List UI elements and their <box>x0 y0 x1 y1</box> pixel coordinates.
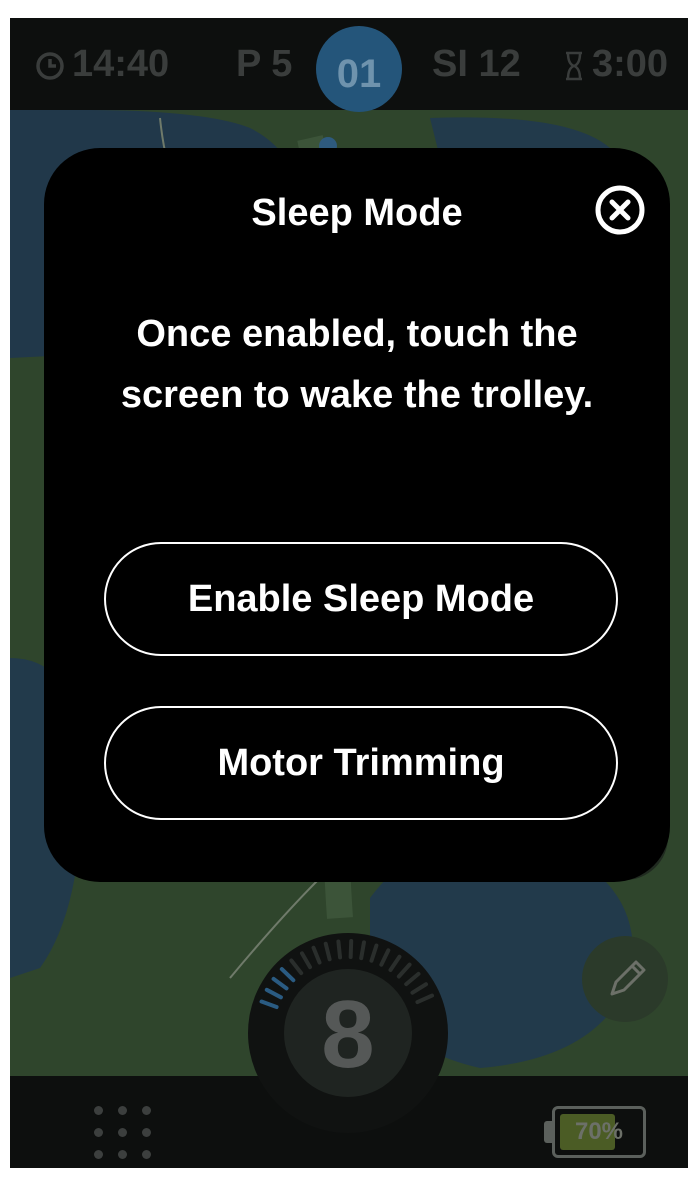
dial-tick <box>259 999 279 1010</box>
dial-tick <box>271 976 289 991</box>
hourglass-icon <box>566 51 582 81</box>
speed-level-value: 8 <box>284 969 412 1097</box>
time-text: 14:40 <box>72 43 170 85</box>
enable-sleep-mode-button[interactable]: Enable Sleep Mode <box>104 542 618 656</box>
dial-tick <box>396 962 412 979</box>
app-screen: 14:40 P 5 01 SI 12 3:00 8 70% Sleep Mode… <box>10 18 688 1168</box>
grid-dots-icon[interactable] <box>94 1106 152 1164</box>
round-timer: 3:00 <box>562 40 668 88</box>
dialog-message: Once enabled, touch the screen to wake t… <box>120 313 594 416</box>
battery-body: 70% <box>552 1106 646 1158</box>
dial-tick <box>388 954 402 972</box>
status-bar: 14:40 P 5 01 SI 12 3:00 <box>10 18 688 112</box>
speed-dial[interactable]: 8 <box>248 933 448 1133</box>
sleep-mode-dialog: Sleep Mode Once enabled, touch the scree… <box>44 148 670 882</box>
clock-icon <box>36 52 64 80</box>
dial-tick <box>369 943 379 963</box>
dial-tick <box>359 940 366 961</box>
hole-number-badge[interactable]: 01 <box>316 26 402 112</box>
dialog-title: Sleep Mode <box>251 192 463 234</box>
dial-tick <box>410 982 429 995</box>
dial-tick <box>404 971 421 987</box>
dial-tick <box>336 939 343 960</box>
battery-icon: 70% <box>544 1106 648 1160</box>
stroke-index-value: SI 12 <box>432 43 521 85</box>
dial-tick <box>279 967 296 983</box>
par-value: P 5 <box>236 43 293 85</box>
dial-tick <box>323 941 332 962</box>
dial-tick <box>415 993 435 1005</box>
dial-tick <box>289 958 304 976</box>
dial-tick <box>264 987 283 1000</box>
dial-tick <box>348 939 354 960</box>
motor-trimming-button[interactable]: Motor Trimming <box>104 706 618 820</box>
dial-tick <box>300 951 312 970</box>
battery-percentage: 70% <box>574 1118 624 1145</box>
edit-button[interactable] <box>582 936 668 1022</box>
dial-tick <box>311 945 322 965</box>
pencil-icon <box>610 960 646 996</box>
battery-cap <box>544 1121 552 1143</box>
dial-tick <box>379 948 391 967</box>
timer-text: 3:00 <box>592 43 669 85</box>
current-time: 14:40 <box>34 40 169 88</box>
close-circle-icon[interactable] <box>592 182 648 238</box>
